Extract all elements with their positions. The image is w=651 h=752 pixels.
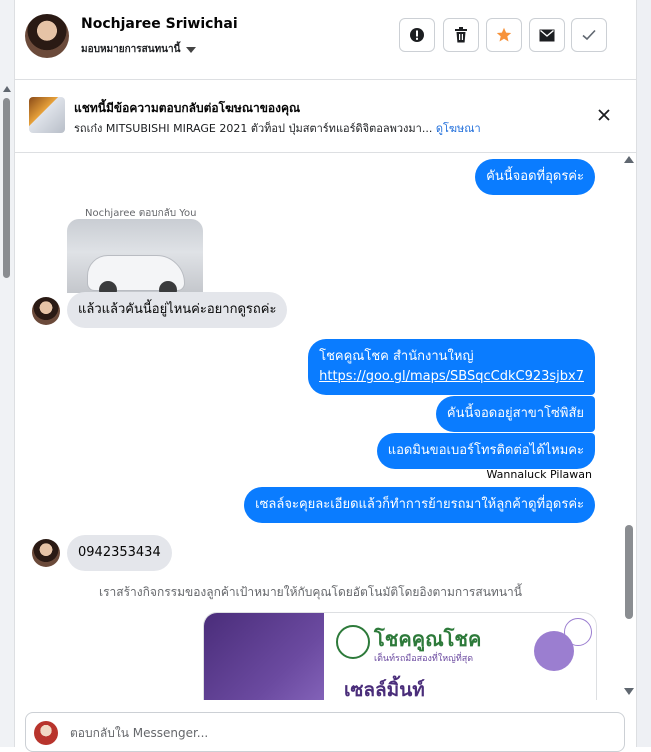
message-outgoing-location[interactable]: โชคคูณโชค สำนักงานใหญ่ https://goo.gl/ma… [308,339,595,395]
envelope-icon [539,29,555,41]
message-outgoing[interactable]: แอดมินขอเบอร์โทรติดต่อได้ไหมคะ [376,433,595,469]
ad-subtitle-text: รถเก๋ง MITSUBISHI MIRAGE 2021 ตัวท็อป ปุ… [74,122,433,135]
contact-avatar[interactable] [25,14,69,58]
ad-reply-banner: แชทนี้มีข้อความตอบกลับต่อโฆษณาของคุณ รถเ… [15,80,636,153]
page-avatar [34,721,58,745]
sender-name: Wannaluck Pilawan [486,468,593,481]
message-outgoing[interactable]: คันนี้จอดที่อุดรค่ะ [475,159,595,195]
auto-activity-notice: เราสร้างกิจกรรมของลูกค้าเป้าหมายให้กับคุ… [99,585,522,599]
message-outgoing[interactable]: คันนี้จอดอยู่สาขาโซ่พิสัย [435,396,595,432]
reply-composer[interactable]: ตอบกลับใน Messenger... [25,712,625,752]
left-scrollbar[interactable] [0,0,15,747]
brand-logo-icon [336,625,370,659]
decorative-circle [564,618,592,646]
contact-avatar-small[interactable] [32,297,60,325]
contact-name[interactable]: Nochjaree Sriwichai [81,16,238,32]
scroll-up-arrow[interactable] [624,156,634,163]
promo-photo-area [204,613,324,700]
ad-thumbnail[interactable] [29,97,65,133]
mark-unread-button[interactable] [529,18,565,52]
mark-done-button[interactable] [571,18,607,52]
promo-headline: เซลล์มิ้นท์ [344,679,425,700]
promo-image-card[interactable]: โชคคูณโชค เต็นท์รถมือสองที่ใหญ่ที่สุด เซ… [203,612,597,700]
message-outgoing[interactable]: เซลล์จะคุยละเอียดแล้วก็ทำการย้ายรถมาให้ล… [244,487,595,523]
ad-banner-subtitle: รถเก๋ง MITSUBISHI MIRAGE 2021 ตัวท็อป ปุ… [74,119,481,137]
assign-conversation-dropdown[interactable]: มอบหมายการสนทนานี้ [81,42,197,57]
close-icon [598,109,610,121]
reply-input[interactable]: ตอบกลับใน Messenger... [70,724,208,743]
view-ad-link[interactable]: ดูโฆษณา [436,122,481,135]
delete-button[interactable] [443,18,479,52]
caret-down-icon [186,46,197,53]
left-scroll-thumb[interactable] [3,98,10,278]
promo-tagline: เต็นท์รถมือสองที่ใหญ่ที่สุด [374,654,474,664]
scroll-down-arrow[interactable] [624,688,634,695]
ad-banner-title: แชทนี้มีข้อความตอบกลับต่อโฆษณาของคุณ [74,101,301,115]
message-incoming-phone[interactable]: 0942353434 [67,535,172,571]
star-icon [496,27,512,42]
thread-scrollbar[interactable] [622,153,636,700]
exclamation-icon [410,28,424,42]
conversation-header: Nochjaree Sriwichai มอบหมายการสนทนานี้ [15,0,636,80]
map-link[interactable]: https://goo.gl/maps/SBSqcCdkC923sjbx7 [319,367,584,387]
scroll-thumb[interactable] [625,525,633,619]
contact-avatar-small[interactable] [32,539,60,567]
star-button[interactable] [486,18,522,52]
message-thread[interactable]: คันนี้จอดที่อุดรค่ะ Nochjaree ตอบกลับ Yo… [15,153,621,700]
close-banner-button[interactable] [593,104,615,126]
page-scrollbar[interactable] [636,0,651,747]
check-icon [582,29,596,41]
message-incoming[interactable]: แล้วแล้วคันนี้อยู่ไหนค่ะอยากดูรถค่ะ [67,292,288,328]
replied-ad-image[interactable] [67,219,203,293]
assign-label: มอบหมายการสนทนานี้ [81,44,181,55]
trash-icon [455,27,467,43]
left-scroll-up-arrow[interactable] [3,86,11,92]
report-button[interactable] [399,18,435,52]
location-name: โชคคูณโชค สำนักงานใหญ่ [319,349,474,364]
